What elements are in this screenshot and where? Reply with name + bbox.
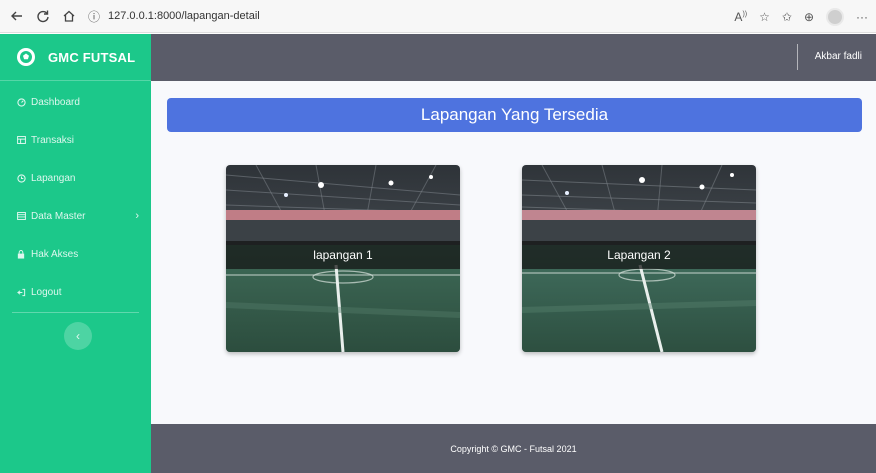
court-card-1[interactable]: lapangan 1 — [226, 165, 460, 352]
info-icon[interactable]: ⓘ — [88, 8, 100, 25]
profile-avatar[interactable] — [826, 7, 844, 26]
home-icon[interactable] — [58, 5, 80, 27]
footer: Copyright © GMC - Futsal 2021 — [151, 424, 876, 473]
browser-toolbar: ⓘ 127.0.0.1:8000/lapangan-detail A)) ☆ ✩… — [0, 0, 876, 33]
sidebar-item-hak-akses[interactable]: Hak Akses — [0, 244, 151, 264]
sidebar-item-dashboard[interactable]: Dashboard — [0, 92, 151, 112]
soccer-ball-icon — [17, 48, 35, 66]
copyright-text: Copyright © GMC - Futsal 2021 — [450, 443, 577, 454]
court-card-2[interactable]: Lapangan 2 — [522, 165, 756, 352]
main-content: Lapangan Yang Tersedia lapangan 1 Lapang… — [151, 81, 876, 424]
court-label: Lapangan 2 — [522, 241, 756, 269]
chevron-right-icon: › — [135, 210, 139, 222]
collections-icon[interactable]: ⊕ — [804, 10, 814, 24]
back-icon[interactable] — [6, 5, 28, 27]
sidebar-toggle-button[interactable]: ‹ — [64, 322, 92, 350]
more-menu-icon[interactable]: ··· — [856, 10, 868, 24]
chevron-left-icon: ‹ — [76, 329, 80, 343]
topbar-divider — [797, 44, 798, 70]
sidebar-item-transaksi[interactable]: Transaksi — [0, 130, 151, 150]
sidebar-item-label: Data Master — [31, 210, 86, 222]
favorite-add-icon[interactable]: ☆ — [759, 10, 770, 24]
url-text: 127.0.0.1:8000/lapangan-detail — [108, 10, 260, 22]
sidebar-item-logout[interactable]: Logout — [0, 282, 151, 302]
lock-icon — [16, 249, 26, 259]
sidebar-item-label: Dashboard — [31, 96, 80, 108]
sidebar-item-lapangan[interactable]: Lapangan — [0, 168, 151, 188]
table-icon — [16, 135, 26, 145]
sidebar-item-data-master[interactable]: Data Master › — [0, 206, 151, 226]
dashboard-icon — [16, 97, 26, 107]
court-label: lapangan 1 — [226, 241, 460, 269]
sidebar-divider — [12, 312, 139, 313]
favorites-icon[interactable]: ✩ — [782, 10, 792, 24]
folder-icon — [16, 211, 26, 221]
sidebar-item-label: Logout — [31, 286, 62, 298]
logout-icon — [16, 287, 26, 297]
refresh-icon[interactable] — [32, 5, 54, 27]
user-menu[interactable]: Akbar fadli — [815, 51, 862, 62]
address-bar[interactable]: ⓘ 127.0.0.1:8000/lapangan-detail — [88, 8, 260, 25]
topbar: Akbar fadli — [151, 34, 876, 81]
sidebar-item-label: Lapangan — [31, 172, 76, 184]
clock-icon — [16, 173, 26, 183]
sidebar-brand[interactable]: GMC FUTSAL — [0, 34, 151, 81]
read-aloud-icon[interactable]: A)) — [734, 10, 747, 24]
sidebar-item-label: Transaksi — [31, 134, 74, 146]
sidebar: GMC FUTSAL Dashboard Transaksi Lapangan … — [0, 34, 151, 473]
page-title: Lapangan Yang Tersedia — [167, 98, 862, 132]
brand-name: GMC FUTSAL — [48, 49, 136, 65]
sidebar-item-label: Hak Akses — [31, 248, 79, 260]
